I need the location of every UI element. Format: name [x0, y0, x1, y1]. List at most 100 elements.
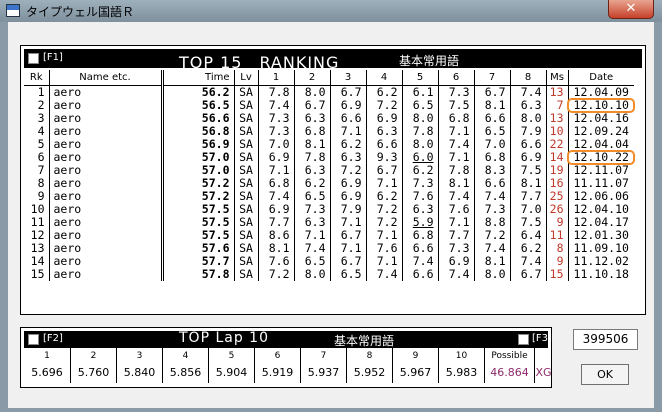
rank-cell: 5 — [37, 136, 45, 151]
title-bar[interactable]: タイプウェル国語Ｒ ✕ — [0, 0, 662, 22]
table-row: 3 aero 56.6 SA 7.3 6.3 6.6 6.9 8.0 6.8 6.6 8.0 13 12.… — [24, 110, 634, 125]
top-lap-checkbox[interactable] — [28, 334, 39, 345]
lap-label: 1 — [44, 351, 50, 361]
lap-cell: 6.2 — [401, 163, 438, 177]
lap-cell: 7.2 — [365, 215, 402, 229]
lap-cell: 7.4 — [437, 189, 474, 203]
top-lap-panel: [F2] TOP Lap 10 基本常用語 [F3] 1 5.696 2 5.760 3… — [20, 327, 552, 388]
lap-cell: 7.6 — [437, 202, 474, 216]
lap-cell: 6.7 — [365, 163, 402, 177]
top-lap-fkey: [F2] — [43, 333, 63, 344]
date-cell: 12.04.04 — [567, 137, 634, 151]
name-cell: aero — [48, 241, 162, 255]
ranking-subtitle: 基本常用語 — [399, 54, 460, 68]
miss-cell: 13 — [545, 111, 568, 125]
name-cell: aero — [48, 254, 162, 268]
lap-cell: 7.2 — [473, 228, 510, 242]
lap-cell: 6.5 — [293, 189, 330, 203]
miss-cell: 8 — [545, 241, 568, 255]
window-client: [F1] TOP 15 RANKING 基本常用語 Rk Name etc. T… — [8, 22, 654, 408]
lap-cell: 7.1 — [257, 163, 294, 177]
date-cell: 12.04.16 — [567, 111, 634, 125]
lap-cell: 8.0 — [293, 85, 330, 99]
top-lap-checkbox-2[interactable] — [518, 334, 529, 345]
ranking-checkbox[interactable] — [28, 53, 39, 64]
lap-value: 5.760 — [77, 366, 110, 379]
lap-cell: 7.1 — [329, 215, 366, 229]
level-cell: SA — [233, 98, 258, 112]
lap-cell: 7.3 — [437, 241, 474, 255]
rank-cell: 3 — [37, 110, 45, 125]
rank-cell: 7 — [37, 162, 45, 177]
col-lap3: 3 — [329, 70, 366, 86]
lap-cell: 7.8 — [257, 85, 294, 99]
ranking-header-row: Rk Name etc. Time Lv 1 2 3 4 5 6 7 8 Ms … — [24, 70, 634, 86]
lap-cell: 6.9 — [329, 176, 366, 190]
lap-box: 5 5.904 — [208, 348, 254, 383]
level-cell: SA — [233, 189, 258, 203]
lap-cell: 7.1 — [437, 124, 474, 138]
lap-cell: 7.3 — [401, 176, 438, 190]
level-cell: SA — [233, 124, 258, 138]
name-cell: aero — [48, 85, 162, 99]
lap-label: 3 — [136, 351, 143, 361]
lap-label: 6 — [274, 351, 281, 361]
rank-cell: 2 — [37, 97, 45, 112]
lap-cell: 7.3 — [473, 202, 510, 216]
lap-cell: 7.1 — [365, 254, 402, 268]
time-cell: 56.6 — [160, 111, 234, 125]
level-cell: SA — [233, 228, 258, 242]
lap-label: 5 — [228, 351, 235, 361]
rank-cell: 14 — [30, 253, 45, 268]
lap-cell: 7.7 — [437, 228, 474, 242]
date-cell: 11.12.02 — [567, 254, 634, 268]
lap-cell: 6.3 — [401, 202, 438, 216]
lap-cell: 7.3 — [257, 124, 294, 138]
col-lv: Lv — [233, 70, 258, 86]
lap-cell: 6.9 — [509, 150, 546, 164]
lap-cell: 7.2 — [257, 267, 294, 281]
time-cell: 57.0 — [160, 150, 234, 164]
lap-cell: 6.5 — [293, 254, 330, 268]
lap-cell: 7.6 — [257, 254, 294, 268]
table-row: 13 aero 57.6 SA 8.1 7.4 7.1 7.6 6.6 7.3 7.4 6.2 8 11.… — [24, 241, 634, 255]
lap-cell: 6.2 — [329, 137, 366, 151]
ranking-table: Rk Name etc. Time Lv 1 2 3 4 5 6 7 8 Ms … — [24, 70, 635, 281]
lap-cell: 6.6 — [401, 241, 438, 255]
miss-cell: 9 — [545, 254, 568, 268]
miss-cell: 14 — [545, 150, 568, 164]
lap-cell: 7.3 — [293, 202, 330, 216]
name-cell: aero — [48, 98, 162, 112]
col-lap5: 5 — [401, 70, 438, 86]
date-cell: 12.10.22 — [567, 149, 635, 165]
level-cell: SA — [233, 163, 258, 177]
lap-cell: 6.7 — [329, 85, 366, 99]
name-cell: aero — [48, 137, 162, 151]
lap-value: 5.983 — [445, 366, 478, 379]
table-row: 2 aero 56.5 SA 7.4 6.7 6.9 7.2 6.5 7.5 8.1 6.3 7 12.1… — [24, 97, 635, 113]
lap-cell: 6.1 — [401, 85, 438, 99]
lap-value: 5.967 — [399, 366, 432, 379]
time-cell: 57.5 — [160, 228, 234, 242]
table-row: 10 aero 57.5 SA 6.9 7.3 7.9 7.2 6.3 7.6 7.3 7.0 26 12… — [24, 202, 634, 216]
lap-cell: 7.4 — [293, 241, 330, 255]
lap-cell: 6.7 — [329, 228, 366, 242]
time-cell: 57.7 — [160, 254, 234, 268]
miss-cell: 19 — [545, 163, 568, 177]
lap-cell: 7.5 — [509, 163, 546, 177]
lap-cell: 6.6 — [365, 137, 402, 151]
rank-cell: 8 — [37, 175, 45, 190]
table-row: 8 aero 57.2 SA 6.8 6.2 6.9 7.1 7.3 8.1 6.6 8.1 16 11.… — [24, 175, 634, 190]
lap-box: 4 5.856 — [162, 348, 208, 383]
level-box: XG — [534, 348, 552, 383]
lap-cell: 8.3 — [473, 163, 510, 177]
possible-level: XG — [535, 366, 552, 379]
table-row: 14 aero 57.7 SA 7.6 6.5 6.7 7.1 7.4 6.9 8.1 7.4 9 11.… — [24, 253, 634, 268]
lap-cell: 7.1 — [365, 228, 402, 242]
lap-cell: 6.2 — [293, 176, 330, 190]
close-button[interactable]: ✕ — [608, 0, 654, 19]
table-row: 15 aero 57.8 SA 7.2 8.0 6.5 7.4 6.6 7.4 8.0 6.7 15 11… — [24, 267, 634, 281]
ok-button[interactable]: OK — [581, 364, 629, 385]
lap-cell: 6.7 — [473, 85, 510, 99]
col-lap8: 8 — [509, 70, 546, 86]
